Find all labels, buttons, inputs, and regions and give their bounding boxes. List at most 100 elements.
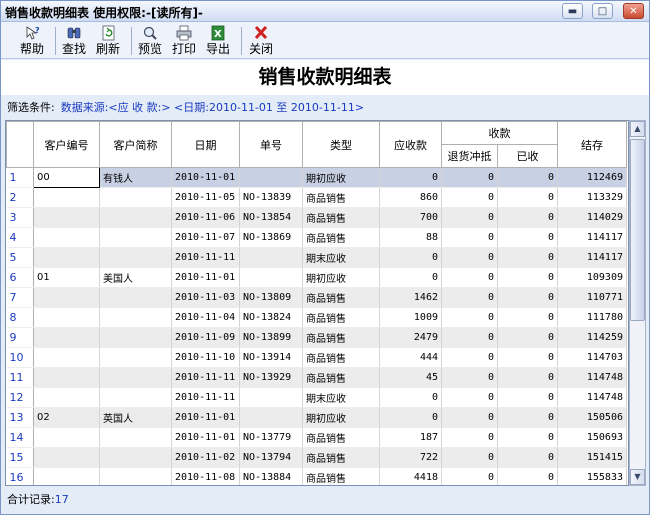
cell-doc-no[interactable]: NO-13929 xyxy=(239,367,303,388)
cell-balance[interactable]: 114703 xyxy=(557,347,627,368)
cell-customer-name[interactable]: 美国人 xyxy=(99,267,172,288)
cell-type[interactable]: 期初应收 xyxy=(302,407,380,428)
cell-doc-no[interactable]: NO-13824 xyxy=(239,307,303,328)
cell-doc-no[interactable] xyxy=(239,387,303,408)
cell-received[interactable]: 0 xyxy=(497,207,558,228)
cell-type[interactable]: 商品销售 xyxy=(302,307,380,328)
preview-button[interactable]: 预览 xyxy=(133,25,167,57)
cell-doc-no[interactable]: NO-13884 xyxy=(239,467,303,485)
cell-received[interactable]: 0 xyxy=(497,307,558,328)
cell-return-offset[interactable]: 0 xyxy=(441,427,498,448)
find-button[interactable]: 查找 xyxy=(57,25,91,57)
cell-received[interactable]: 0 xyxy=(497,387,558,408)
cell-balance[interactable]: 155833 xyxy=(557,467,627,485)
col-return-offset[interactable]: 退货冲抵 xyxy=(441,144,498,168)
cell-type[interactable]: 期末应收 xyxy=(302,387,380,408)
cell-customer-code[interactable] xyxy=(33,307,100,328)
cell-customer-name[interactable] xyxy=(99,467,172,485)
maximize-button[interactable]: □ xyxy=(592,3,613,19)
cell-balance[interactable]: 112469 xyxy=(557,167,627,188)
cell-received[interactable]: 0 xyxy=(497,427,558,448)
cell-balance[interactable]: 111780 xyxy=(557,307,627,328)
cell-customer-name[interactable] xyxy=(99,387,172,408)
cell-date[interactable]: 2010-11-07 xyxy=(171,227,240,248)
cell-customer-name[interactable] xyxy=(99,207,172,228)
cell-date[interactable]: 2010-11-02 xyxy=(171,447,240,468)
cell-doc-no[interactable]: NO-13809 xyxy=(239,287,303,308)
cell-doc-no[interactable]: NO-13869 xyxy=(239,227,303,248)
col-doc-no[interactable]: 单号 xyxy=(239,121,303,168)
row-number[interactable]: 11 xyxy=(6,367,34,388)
cell-customer-name[interactable] xyxy=(99,247,172,268)
cell-customer-name[interactable] xyxy=(99,187,172,208)
cell-balance[interactable]: 114748 xyxy=(557,367,627,388)
cell-type[interactable]: 商品销售 xyxy=(302,367,380,388)
cell-return-offset[interactable]: 0 xyxy=(441,287,498,308)
cell-received[interactable]: 0 xyxy=(497,267,558,288)
cell-type[interactable]: 商品销售 xyxy=(302,227,380,248)
cell-balance[interactable]: 150693 xyxy=(557,427,627,448)
cell-customer-name[interactable] xyxy=(99,287,172,308)
cell-doc-no[interactable]: NO-13854 xyxy=(239,207,303,228)
cell-doc-no[interactable]: NO-13899 xyxy=(239,327,303,348)
table-row[interactable]: 11 2010-11-11 NO-13929 商品销售 45 0 0 114748 xyxy=(6,367,627,388)
cell-doc-no[interactable] xyxy=(239,247,303,268)
row-number[interactable]: 6 xyxy=(6,267,34,288)
table-row[interactable]: 2 2010-11-05 NO-13839 商品销售 860 0 0 113329 xyxy=(6,187,627,208)
cell-return-offset[interactable]: 0 xyxy=(441,187,498,208)
table-row[interactable]: 10 2010-11-10 NO-13914 商品销售 444 0 0 114703 xyxy=(6,347,627,368)
row-number[interactable]: 14 xyxy=(6,427,34,448)
table-row[interactable]: 13 02 英国人 2010-11-01 期初应收 0 0 0 150506 xyxy=(6,407,627,428)
cell-type[interactable]: 商品销售 xyxy=(302,427,380,448)
cell-customer-code[interactable] xyxy=(33,447,100,468)
cell-date[interactable]: 2010-11-01 xyxy=(171,167,240,188)
cell-customer-name[interactable] xyxy=(99,327,172,348)
cell-received[interactable]: 0 xyxy=(497,187,558,208)
cell-balance[interactable]: 114748 xyxy=(557,387,627,408)
data-grid[interactable]: 客户编号 客户简称 日期 单号 类型 应收款 收款 结存 退货冲抵 已收 1 00… xyxy=(5,120,629,486)
cell-customer-code[interactable]: 02 xyxy=(33,407,100,428)
cell-receivable[interactable]: 45 xyxy=(379,367,442,388)
cell-received[interactable]: 0 xyxy=(497,167,558,188)
cell-balance[interactable]: 110771 xyxy=(557,287,627,308)
cell-return-offset[interactable]: 0 xyxy=(441,367,498,388)
cell-date[interactable]: 2010-11-01 xyxy=(171,427,240,448)
window-close-button[interactable]: ✕ xyxy=(623,3,644,19)
title-bar[interactable]: 销售收款明细表 使用权限:-[读所有]- ▬ □ ✕ xyxy=(1,1,649,22)
export-button[interactable]: X 导出 xyxy=(201,25,235,57)
cell-customer-name[interactable]: 有钱人 xyxy=(99,167,172,188)
cell-date[interactable]: 2010-11-03 xyxy=(171,287,240,308)
row-number[interactable]: 3 xyxy=(6,207,34,228)
cell-receivable[interactable]: 2479 xyxy=(379,327,442,348)
refresh-button[interactable]: 刷新 xyxy=(91,25,125,57)
cell-date[interactable]: 2010-11-01 xyxy=(171,407,240,428)
row-number[interactable]: 1 xyxy=(6,167,34,188)
row-number[interactable]: 7 xyxy=(6,287,34,308)
cell-doc-no[interactable]: NO-13839 xyxy=(239,187,303,208)
cell-receivable[interactable]: 0 xyxy=(379,247,442,268)
col-received[interactable]: 已收 xyxy=(497,144,558,168)
cell-balance[interactable]: 114117 xyxy=(557,227,627,248)
cell-doc-no[interactable]: NO-13794 xyxy=(239,447,303,468)
cell-receivable[interactable]: 187 xyxy=(379,427,442,448)
cell-customer-code[interactable] xyxy=(33,427,100,448)
cell-customer-code[interactable] xyxy=(33,247,100,268)
table-row[interactable]: 9 2010-11-09 NO-13899 商品销售 2479 0 0 114259 xyxy=(6,327,627,348)
cell-date[interactable]: 2010-11-09 xyxy=(171,327,240,348)
cell-return-offset[interactable]: 0 xyxy=(441,327,498,348)
cell-receivable[interactable]: 1462 xyxy=(379,287,442,308)
row-number[interactable]: 12 xyxy=(6,387,34,408)
cell-customer-code[interactable] xyxy=(33,347,100,368)
cell-received[interactable]: 0 xyxy=(497,347,558,368)
cell-return-offset[interactable]: 0 xyxy=(441,267,498,288)
cell-received[interactable]: 0 xyxy=(497,327,558,348)
table-row[interactable]: 16 2010-11-08 NO-13884 商品销售 4418 0 0 155833 xyxy=(6,467,627,485)
col-customer-name[interactable]: 客户简称 xyxy=(99,121,172,168)
cell-customer-name[interactable] xyxy=(99,447,172,468)
cell-doc-no[interactable] xyxy=(239,267,303,288)
cell-type[interactable]: 期初应收 xyxy=(302,167,380,188)
cell-receivable[interactable]: 444 xyxy=(379,347,442,368)
cell-balance[interactable]: 109309 xyxy=(557,267,627,288)
cell-receivable[interactable]: 0 xyxy=(379,167,442,188)
cell-doc-no[interactable] xyxy=(239,167,303,188)
